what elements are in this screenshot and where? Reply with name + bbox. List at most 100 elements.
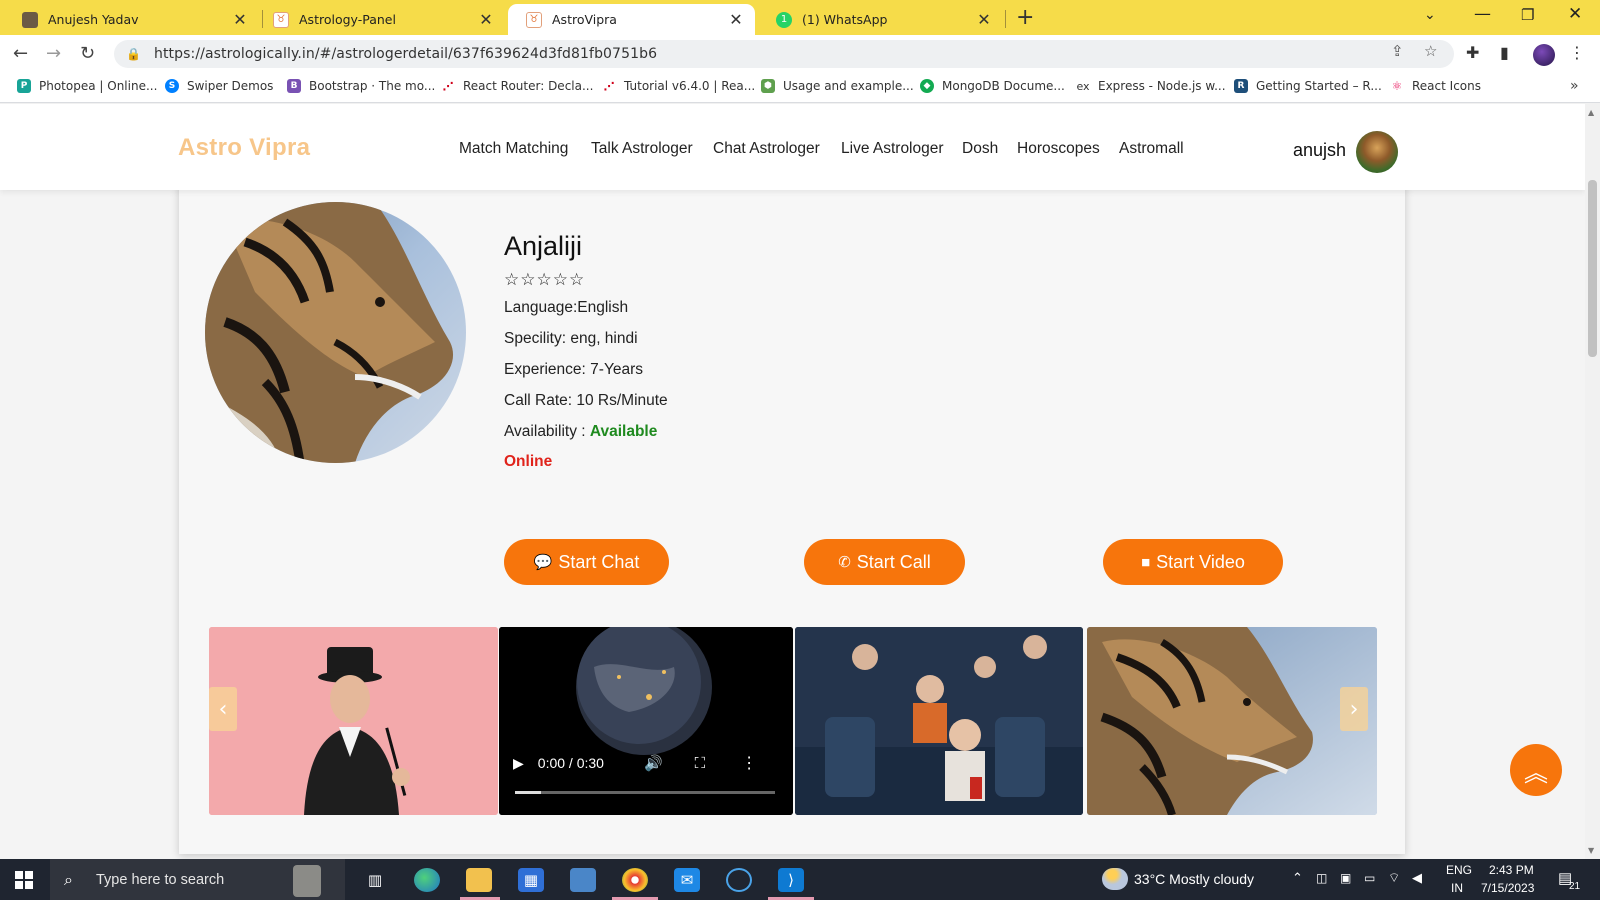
bookmark-item[interactable]: S Swiper Demos bbox=[165, 79, 273, 93]
tab-astrovipra[interactable]: ♉ AstroVipra ✕ bbox=[508, 4, 755, 35]
bookmark-item[interactable]: ⚛ React Icons bbox=[1390, 79, 1481, 93]
wifi-icon[interactable]: ⌔ bbox=[1388, 870, 1400, 886]
play-icon[interactable]: ▶ bbox=[513, 755, 524, 772]
extensions-puzzle-icon[interactable]: ✚ bbox=[1466, 43, 1479, 62]
minimize-icon[interactable]: — bbox=[1474, 4, 1491, 24]
start-chat-button[interactable]: 💬 Start Chat bbox=[504, 539, 669, 585]
bookmark-label: Express - Node.js w... bbox=[1098, 79, 1226, 93]
scroll-to-top-button[interactable]: ︽ bbox=[1510, 744, 1562, 796]
bookmark-item[interactable]: ⬢ Usage and example... bbox=[761, 79, 914, 93]
star-empty-icon[interactable]: ☆ bbox=[504, 270, 520, 290]
task-view-icon[interactable]: ▥ bbox=[362, 868, 388, 892]
taskbar-search-box[interactable]: ⌕ Type here to search bbox=[50, 859, 345, 900]
lock-icon[interactable]: 🔒 bbox=[126, 47, 146, 61]
gallery-image-magician[interactable] bbox=[209, 627, 498, 815]
microsoft-store-icon[interactable]: ▦ bbox=[518, 868, 544, 892]
bookmark-item[interactable]: ◆ MongoDB Docume... bbox=[920, 79, 1065, 93]
star-empty-icon[interactable]: ☆ bbox=[520, 270, 536, 290]
close-window-icon[interactable]: ✕ bbox=[1568, 4, 1582, 24]
user-avatar[interactable] bbox=[1356, 131, 1398, 173]
star-empty-icon[interactable]: ☆ bbox=[569, 270, 585, 290]
start-call-button[interactable]: ✆ Start Call bbox=[804, 539, 965, 585]
scroll-up-arrow-icon[interactable]: ▲ bbox=[1588, 108, 1594, 117]
tray-device-icon[interactable]: ◫ bbox=[1316, 871, 1327, 885]
carousel-prev-arrow-icon[interactable]: ‹ bbox=[209, 687, 237, 731]
weather-cloudy-icon[interactable] bbox=[1102, 868, 1128, 890]
user-name[interactable]: anujsh bbox=[1293, 140, 1346, 161]
new-tab-plus-icon[interactable]: + bbox=[1016, 5, 1034, 30]
side-panel-icon[interactable]: ▮ bbox=[1500, 43, 1509, 62]
nav-chat-astrologer[interactable]: Chat Astrologer bbox=[713, 140, 820, 158]
chrome-menu-icon[interactable]: ⋮ bbox=[1569, 43, 1585, 62]
cortana-icon[interactable] bbox=[726, 868, 752, 892]
windows-start-icon[interactable] bbox=[15, 871, 33, 889]
gallery-image-cinema[interactable] bbox=[795, 627, 1083, 815]
video-more-options-icon[interactable]: ⋮ bbox=[741, 753, 757, 773]
reload-icon[interactable]: ↻ bbox=[80, 43, 95, 64]
tab-whatsapp[interactable]: 1 (1) WhatsApp ✕ bbox=[758, 4, 1003, 35]
close-tab-icon[interactable]: ✕ bbox=[975, 10, 993, 29]
language-indicator[interactable]: ENG bbox=[1446, 863, 1472, 877]
phone-icon: ✆ bbox=[838, 554, 851, 571]
tab-astrology-panel[interactable]: ♉ Astrology-Panel ✕ bbox=[255, 4, 505, 35]
nav-talk-astrologer[interactable]: Talk Astrologer bbox=[591, 140, 693, 158]
battery-icon[interactable]: ▭ bbox=[1364, 871, 1375, 885]
astrologer-call-rate: Call Rate: 10 Rs/Minute bbox=[504, 392, 668, 409]
chrome-icon[interactable] bbox=[622, 868, 648, 892]
share-icon[interactable]: ⇪ bbox=[1391, 42, 1404, 60]
forward-arrow-icon[interactable]: → bbox=[46, 43, 61, 64]
tray-app-icon[interactable]: ▣ bbox=[1340, 871, 1351, 885]
region-indicator[interactable]: IN bbox=[1451, 881, 1463, 895]
video-progress-bar[interactable] bbox=[515, 791, 775, 794]
bookmark-item[interactable]: ex Express - Node.js w... bbox=[1076, 79, 1226, 93]
close-tab-icon[interactable]: ✕ bbox=[477, 10, 495, 29]
bookmark-item[interactable]: R Getting Started – R... bbox=[1234, 79, 1382, 93]
nav-live-astrologer[interactable]: Live Astrologer bbox=[841, 140, 944, 158]
scroll-down-arrow-icon[interactable]: ▼ bbox=[1588, 846, 1594, 855]
url-text[interactable]: https://astrologically.in/#/astrologerde… bbox=[154, 46, 657, 62]
scrollbar-thumb[interactable] bbox=[1588, 180, 1597, 357]
bookmark-item[interactable]: ⋰ React Router: Decla... bbox=[441, 79, 594, 93]
volume-icon[interactable]: 🔊 bbox=[644, 754, 663, 772]
edge-browser-icon[interactable] bbox=[414, 868, 440, 892]
nav-match-matching[interactable]: Match Matching bbox=[459, 140, 568, 158]
fullscreen-icon[interactable]: ⛶ bbox=[695, 755, 706, 772]
bookmark-item[interactable]: ⋰ Tutorial v6.4.0 | Rea... bbox=[602, 79, 756, 93]
nav-astromall[interactable]: Astromall bbox=[1119, 140, 1184, 158]
vscode-icon[interactable]: ⟩ bbox=[778, 868, 804, 892]
express-icon: ex bbox=[1076, 79, 1090, 93]
bookmark-star-icon[interactable]: ☆ bbox=[1424, 42, 1437, 60]
tab-search-chevron-icon[interactable]: ⌄ bbox=[1424, 7, 1436, 23]
whatsapp-favicon-icon: 1 bbox=[776, 11, 792, 28]
volume-icon[interactable]: ◀ bbox=[1412, 870, 1422, 886]
carousel-next-arrow-icon[interactable]: › bbox=[1340, 687, 1368, 731]
start-video-button[interactable]: ■ Start Video bbox=[1103, 539, 1283, 585]
show-hidden-icons-chevron-icon[interactable]: ⌃ bbox=[1292, 870, 1303, 886]
nav-dosh[interactable]: Dosh bbox=[962, 140, 998, 158]
astrology-favicon-icon: ♉ bbox=[526, 11, 542, 28]
nav-horoscopes[interactable]: Horoscopes bbox=[1017, 140, 1100, 158]
close-tab-icon[interactable]: ✕ bbox=[727, 10, 745, 29]
star-empty-icon[interactable]: ☆ bbox=[537, 270, 553, 290]
address-bar[interactable]: 🔒 https://astrologically.in/#/astrologer… bbox=[114, 40, 1454, 68]
app-icon[interactable] bbox=[570, 868, 596, 892]
gallery-video-earth[interactable]: ▶ 0:00 / 0:30 🔊 ⛶ ⋮ bbox=[499, 627, 793, 815]
bookmark-item[interactable]: P Photopea | Online... bbox=[17, 79, 157, 93]
restore-icon[interactable]: ❐ bbox=[1521, 6, 1534, 24]
mail-icon[interactable]: ✉ bbox=[674, 868, 700, 892]
bookmarks-overflow-icon[interactable]: » bbox=[1570, 78, 1579, 94]
browser-profile-avatar[interactable] bbox=[1533, 44, 1555, 66]
magician-image bbox=[209, 627, 498, 815]
gallery-image-tiger[interactable] bbox=[1087, 627, 1377, 815]
bookmark-item[interactable]: B Bootstrap · The mo... bbox=[287, 79, 435, 93]
clock-date[interactable]: 7/15/2023 bbox=[1481, 881, 1534, 895]
clock-time[interactable]: 2:43 PM bbox=[1489, 863, 1534, 877]
astrologer-speciality: Specility: eng, hindi bbox=[504, 330, 638, 347]
weather-text[interactable]: 33°C Mostly cloudy bbox=[1134, 871, 1254, 887]
back-arrow-icon[interactable]: ← bbox=[13, 43, 28, 64]
file-explorer-icon[interactable] bbox=[466, 868, 492, 892]
tab-anujesh-yadav[interactable]: Anujesh Yadav ✕ bbox=[4, 4, 259, 35]
site-logo[interactable]: Astro Vipra bbox=[178, 134, 310, 162]
close-tab-icon[interactable]: ✕ bbox=[231, 10, 249, 29]
star-empty-icon[interactable]: ☆ bbox=[553, 270, 569, 290]
